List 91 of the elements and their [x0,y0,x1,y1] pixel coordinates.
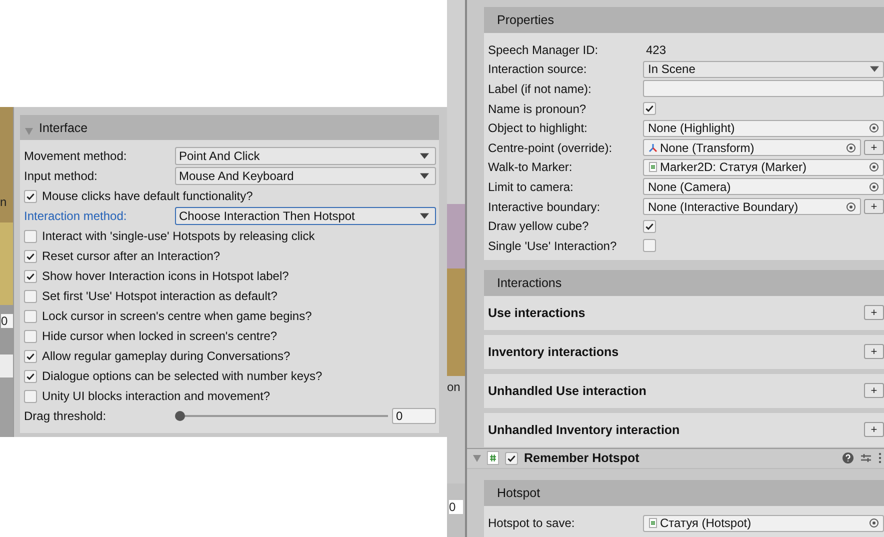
add-button[interactable]: + [864,383,884,398]
field-label: Limit to camera: [488,180,574,194]
caret-icon [870,66,879,72]
object-picker-icon[interactable] [869,518,879,528]
object-picker-icon[interactable] [846,202,856,212]
field-label: Interaction source: [488,62,588,76]
section-header: Hotspot [484,480,884,506]
object-picker-icon[interactable] [869,162,879,172]
object-field[interactable]: Статуя (Hotspot) [643,514,884,532]
presets-icon[interactable] [860,452,872,464]
checkbox[interactable] [505,452,518,465]
field-label: Label (if not name): [488,82,592,96]
caret-icon [420,213,429,219]
field-label: Input method: [24,169,98,183]
partial-text: n [0,195,7,209]
list-title: Unhandled Inventory interaction [488,422,680,437]
slider[interactable] [175,410,388,422]
checkbox[interactable] [24,270,37,282]
list-title: Unhandled Use interaction [488,384,646,398]
section-header: Properties [484,7,884,33]
field-label: Draw yellow cube? [488,219,590,234]
field-label: Single 'Use' Interaction? [488,238,618,253]
checkbox-label: Lock cursor in screen's centre when game begins? [42,309,312,323]
object-picker-icon[interactable] [869,123,879,134]
partial-text: on [447,380,460,394]
add-button[interactable]: + [864,199,884,214]
script-file-icon [648,518,658,528]
add-button[interactable]: + [864,305,884,320]
checkbox[interactable] [24,290,37,302]
dropdown[interactable]: Point And Click [175,147,436,165]
dropdown[interactable]: Mouse And Keyboard [175,167,436,185]
list-title: Use interactions [488,306,586,320]
object-field[interactable]: None (Transform) [643,139,861,156]
add-button[interactable]: + [864,344,884,360]
object-field[interactable]: None (Interactive Boundary) [643,198,861,216]
section-header: Interactions [484,270,884,296]
field-label: Hotspot to save: [488,516,576,530]
caret-icon [420,153,429,159]
list-title: Inventory interactions [488,344,619,359]
dropdown[interactable]: In Scene [643,60,884,78]
script-file-icon [648,162,658,172]
partial-text: 0 [449,500,463,514]
checkbox-label: Show hover Interaction icons in Hotspot label? [42,269,289,283]
checkbox-label: Allow regular gameplay during Conversations? [42,349,290,363]
object-field[interactable]: None (Camera) [643,178,884,196]
field-label: Walk-to Marker: [488,160,574,174]
checkbox[interactable] [24,230,37,242]
component-title: Remember Hotspot [524,451,640,466]
dropdown[interactable]: Choose Interaction Then Hotspot [175,207,436,225]
axes-icon [648,142,658,153]
field-value: 423 [645,42,666,57]
field-label: Movement method: [24,149,128,163]
object-field[interactable]: None (Highlight) [643,120,884,137]
checkbox-label: Mouse clicks have default functionality? [42,189,253,203]
field-label: Drag threshold: [24,409,108,423]
add-button[interactable]: + [864,422,884,438]
input-field[interactable] [643,80,884,98]
field-label: Name is pronoun? [488,102,588,116]
checkbox-label: Set first 'Use' Hotspot interaction as default? [42,289,278,303]
field-label: Interaction method: [24,209,128,223]
checkbox[interactable] [24,250,37,262]
object-picker-icon[interactable] [846,142,856,153]
checkbox-label: Dialogue options can be selected with number keys? [42,369,322,383]
checkbox[interactable] [24,390,37,402]
checkbox-label: Hide cursor when locked in screen's centre? [42,329,278,343]
checkbox[interactable] [643,239,656,252]
checkbox[interactable] [643,220,656,233]
partial-text: 0 [1,314,13,328]
help-icon[interactable] [842,452,854,464]
checkbox[interactable] [24,310,37,322]
field-label: Speech Manager ID: [488,42,600,57]
section-title: Interface [39,120,88,134]
checkbox-label: Interact with 'single-use' Hotspots by releasing click [42,229,315,243]
field-label: Object to highlight: [488,121,588,136]
add-button[interactable]: + [864,140,884,156]
number-field[interactable]: 0 [392,408,436,424]
checkbox[interactable] [24,350,37,362]
checkbox-label: Unity UI blocks interaction and movement? [42,389,270,403]
checkbox[interactable] [643,102,656,116]
checkbox[interactable] [24,330,37,342]
more-options-icon[interactable] [878,452,882,464]
checkbox-label: Reset cursor after an Interaction? [42,249,220,263]
object-field[interactable]: Marker2D: Статуя (Marker) [643,158,884,176]
script-file-icon [487,451,499,466]
checkbox[interactable] [24,190,37,202]
checkbox[interactable] [24,370,37,382]
object-picker-icon[interactable] [869,182,879,192]
slider-thumb[interactable] [175,411,185,421]
field-label: Centre-point (override): [488,140,614,155]
caret-icon [420,173,429,179]
field-label: Interactive boundary: [488,200,602,214]
